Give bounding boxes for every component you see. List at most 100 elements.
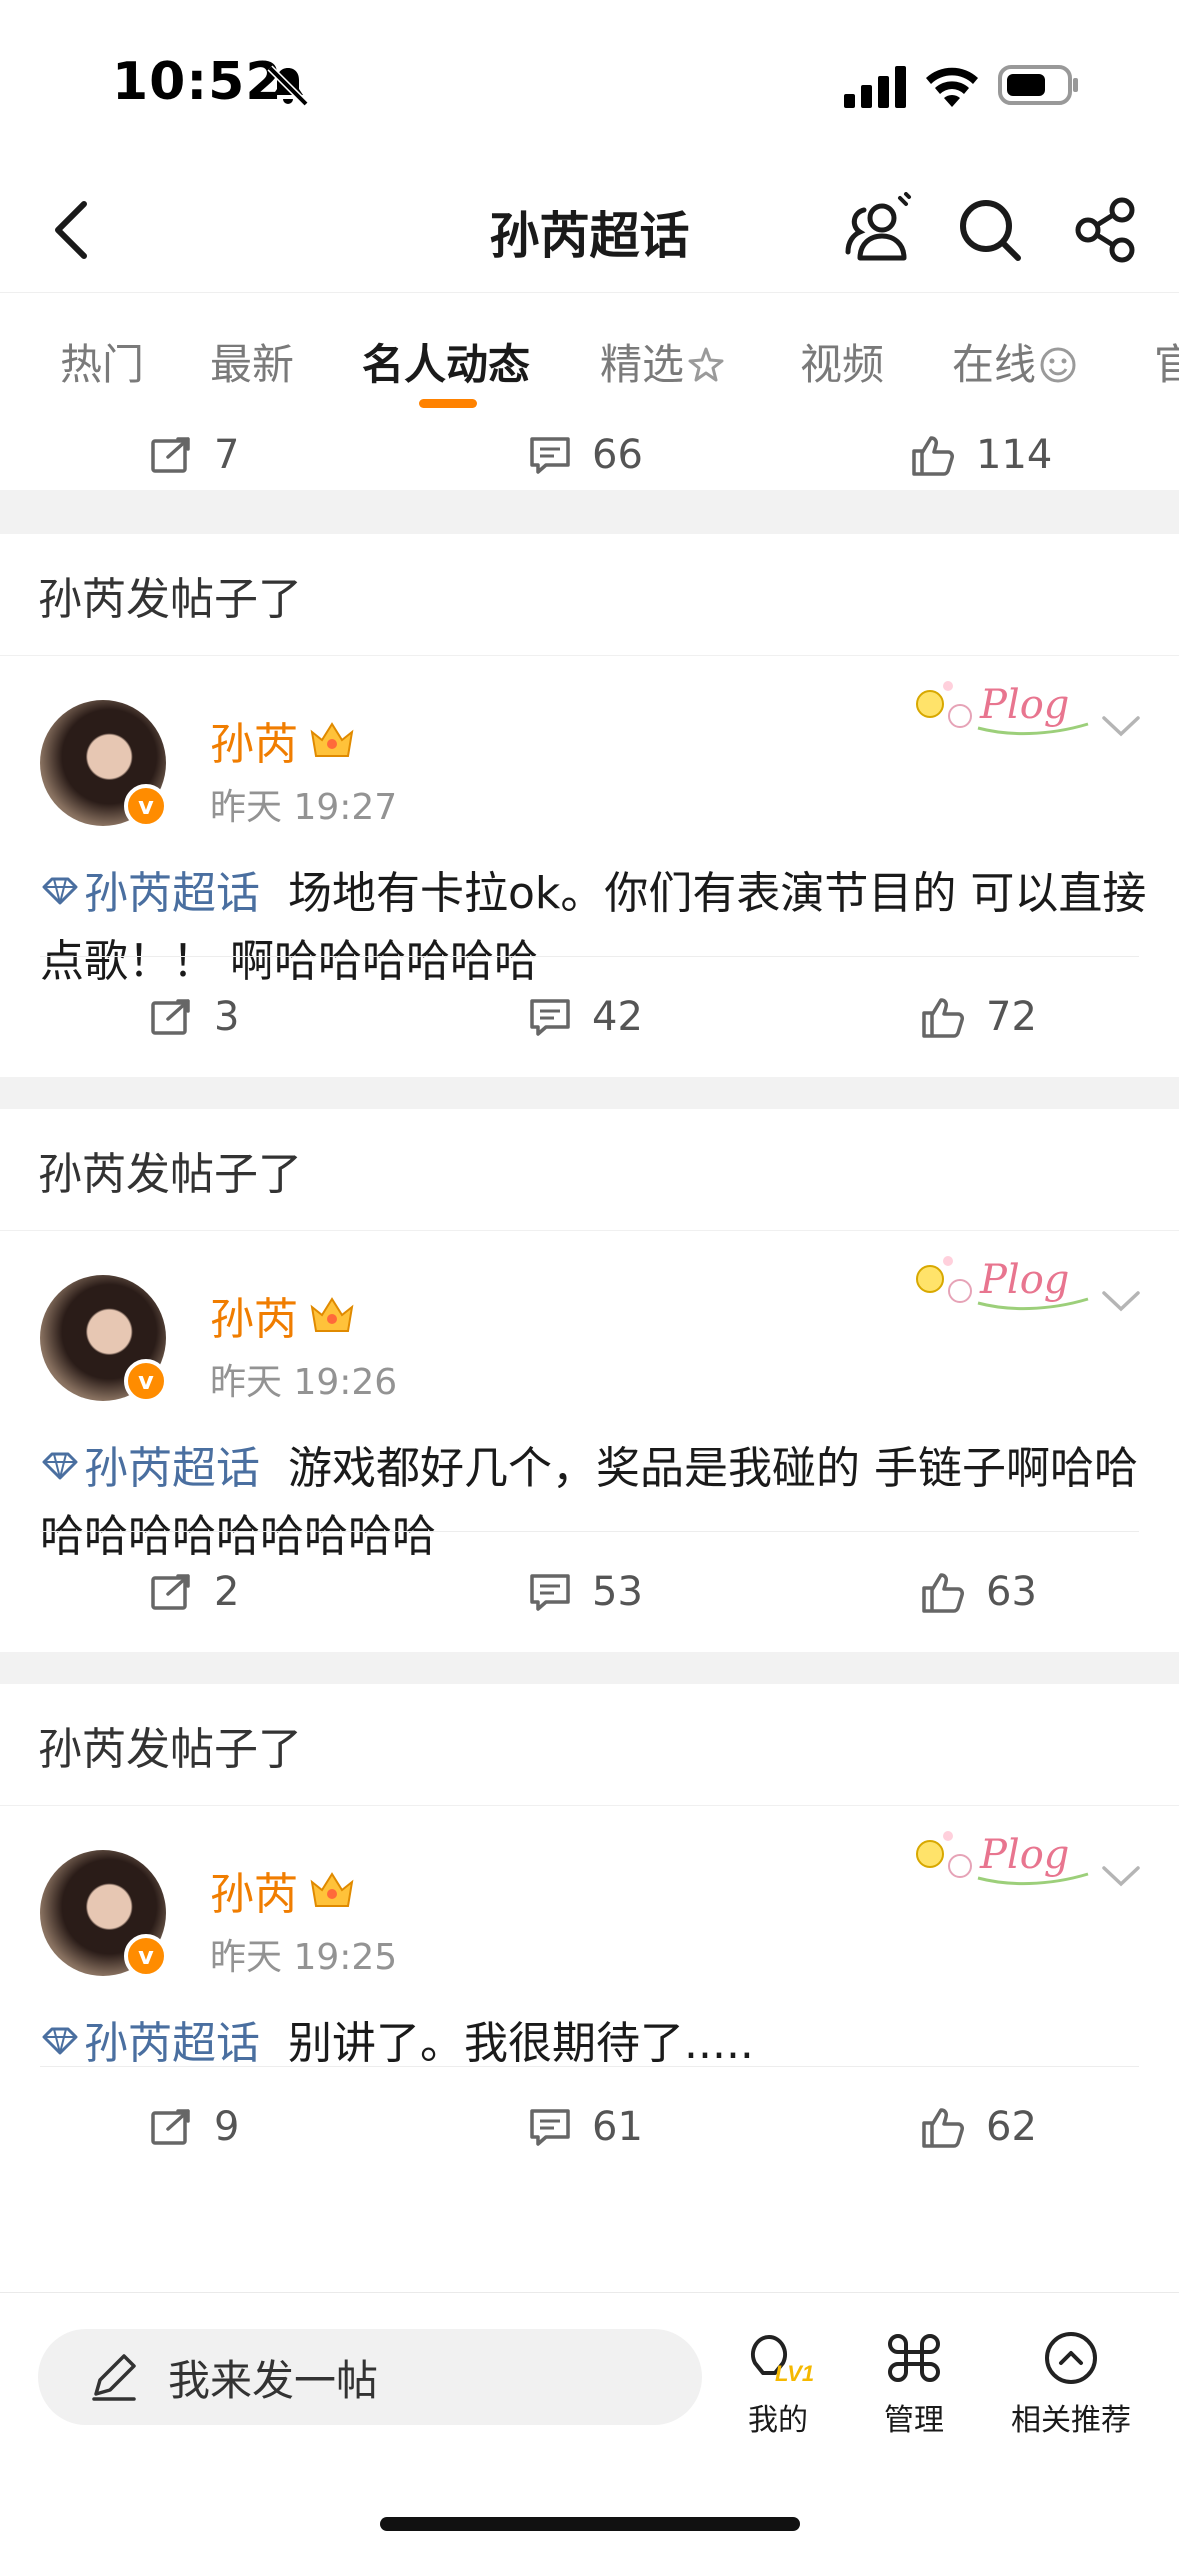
crown-icon <box>310 1297 354 1332</box>
verified-badge: v <box>124 1934 168 1978</box>
post-action-row: 3 42 72 <box>0 957 1179 1077</box>
my-label: 我的 <box>748 2403 808 2438</box>
repost-count: 7 <box>214 432 240 478</box>
compose-post-button[interactable]: 我来发一帖 <box>38 2329 702 2425</box>
topic-link[interactable]: 孙芮超话 <box>40 868 260 919</box>
repost-button[interactable]: 7 <box>150 420 239 490</box>
thumbs-up-icon <box>912 436 954 476</box>
tab-hot[interactable]: 热门 <box>60 331 144 391</box>
post-card[interactable]: v 孙芮 昨天 19:27 Plog 孙芮超话 场地有卡拉ok。你们有表演节目的… <box>0 656 1179 987</box>
command-icon <box>888 2334 940 2382</box>
like-button[interactable]: 63 <box>920 1532 1037 1652</box>
repost-icon <box>151 999 190 1035</box>
repost-icon <box>151 1574 190 1610</box>
plog-text: Plog <box>979 682 1069 728</box>
tab-online[interactable]: 在线 <box>952 331 1078 391</box>
chevron-down-icon[interactable] <box>1098 1285 1144 1317</box>
diamond-topic-icon <box>42 877 78 905</box>
feed-separator <box>0 490 1179 534</box>
battery-icon <box>998 65 1078 105</box>
tab-celebrity-updates[interactable]: 名人动态 <box>362 331 530 391</box>
home-indicator[interactable] <box>380 2517 800 2531</box>
feed-separator <box>0 1077 1179 1109</box>
avatar[interactable]: v <box>40 700 168 828</box>
feed-separator <box>0 1652 1179 1684</box>
tab-video[interactable]: 视频 <box>800 331 884 391</box>
comment-count: 42 <box>592 994 643 1040</box>
repost-button[interactable]: 9 <box>150 2067 239 2187</box>
repost-count: 9 <box>214 2104 240 2150</box>
post-timestamp: 昨天 19:25 <box>210 1937 398 1978</box>
my-button[interactable]: LV1 我的 <box>708 2329 848 2439</box>
topic-link[interactable]: 孙芮超话 <box>40 1443 260 1494</box>
chevron-down-icon[interactable] <box>1098 710 1144 742</box>
feed-list: 7 66 114 孙芮发帖子了 v 孙芮 昨天 19:27 Plog 孙芮超话 … <box>0 420 1179 2187</box>
tab-latest[interactable]: 最新 <box>210 331 294 391</box>
comment-count: 66 <box>592 432 643 478</box>
related-recommendations-button[interactable]: 相关推荐 <box>996 2329 1146 2439</box>
tab-bar: 热门 最新 名人动态 精选 视频 在线 官 <box>0 292 1179 420</box>
post-section-header: 孙芮发帖子了 <box>0 534 1179 656</box>
repost-icon <box>151 437 190 473</box>
post-section-header: 孙芮发帖子了 <box>0 1109 1179 1231</box>
search-icon[interactable] <box>952 192 1028 268</box>
thumbs-up-icon <box>922 998 964 1038</box>
repost-button[interactable]: 3 <box>150 957 239 1077</box>
topic-name: 孙芮超话 <box>84 1443 260 1494</box>
repost-button[interactable]: 2 <box>150 1532 239 1652</box>
thumbs-up-icon <box>922 1573 964 1613</box>
like-button[interactable]: 72 <box>920 957 1037 1077</box>
like-button[interactable]: 114 <box>910 420 1052 490</box>
crown-icon <box>310 722 354 757</box>
author-name[interactable]: 孙芮 <box>210 1283 356 1347</box>
like-count: 63 <box>986 1569 1037 1615</box>
manage-button[interactable]: 管理 <box>844 2329 984 2439</box>
smiley-icon <box>1040 347 1076 383</box>
diamond-topic-icon <box>42 2027 78 2055</box>
comment-button[interactable]: 42 <box>528 957 643 1077</box>
comment-button[interactable]: 53 <box>528 1532 643 1652</box>
repost-count: 2 <box>214 1569 240 1615</box>
post-card[interactable]: v 孙芮 昨天 19:26 Plog 孙芮超话 游戏都好几个，奖品是我碰的 手链… <box>0 1231 1179 1562</box>
comment-icon <box>530 2109 570 2146</box>
post-action-row: 7 66 114 <box>0 420 1179 490</box>
status-bar: 10:52 <box>0 0 1179 170</box>
author-name-text: 孙芮 <box>210 1294 298 1345</box>
chevron-up-circle-icon <box>1045 2332 1097 2384</box>
comment-button[interactable]: 61 <box>528 2067 643 2187</box>
topic-name: 孙芮超话 <box>84 868 260 919</box>
post-card[interactable]: v 孙芮 昨天 19:25 Plog 孙芮超话 别讲了。我很期待了..... <box>0 1806 1179 2069</box>
post-timestamp: 昨天 19:27 <box>210 787 398 828</box>
author-name-text: 孙芮 <box>210 1869 298 1920</box>
repost-count: 3 <box>214 994 240 1040</box>
tab-featured[interactable]: 精选 <box>600 331 726 391</box>
post-action-row: 2 53 63 <box>0 1532 1179 1652</box>
chevron-down-icon[interactable] <box>1098 1860 1144 1892</box>
comment-count: 53 <box>592 1569 643 1615</box>
top-nav-bar: 孙芮超话 <box>0 170 1179 292</box>
level-badge-icon: LV1 <box>750 2335 813 2386</box>
post-text: 别讲了。我很期待了..... <box>287 2018 754 2069</box>
avatar[interactable]: v <box>40 1850 168 1978</box>
group-members-icon[interactable] <box>840 192 916 268</box>
plog-sticker-icon: Plog <box>916 681 1089 736</box>
like-button[interactable]: 62 <box>920 2067 1037 2187</box>
comment-button[interactable]: 66 <box>528 420 643 490</box>
tab-official[interactable]: 官 <box>1154 331 1179 391</box>
share-icon[interactable] <box>1068 192 1144 268</box>
like-count: 62 <box>986 2104 1037 2150</box>
diamond-topic-icon <box>42 1452 78 1480</box>
avatar[interactable]: v <box>40 1275 168 1403</box>
plog-text: Plog <box>979 1832 1069 1878</box>
status-time: 10:52 <box>112 52 283 112</box>
topic-name: 孙芮超话 <box>84 2018 260 2069</box>
author-name[interactable]: 孙芮 <box>210 1858 356 1922</box>
topic-link[interactable]: 孙芮超话 <box>40 2018 260 2069</box>
active-tab-indicator <box>419 399 477 408</box>
verified-badge: v <box>124 1359 168 1403</box>
bell-muted-icon <box>267 65 309 107</box>
author-name[interactable]: 孙芮 <box>210 708 356 772</box>
comment-icon <box>530 437 570 474</box>
cellular-signal-icon <box>844 66 906 108</box>
tab-online-label: 在线 <box>952 340 1037 389</box>
